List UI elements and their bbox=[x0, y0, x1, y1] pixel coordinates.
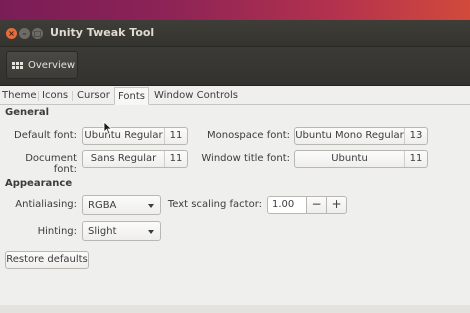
restore-defaults-button[interactable]: Restore defaults bbox=[5, 251, 89, 269]
monospace-font-button[interactable]: Ubuntu Mono Regular 13 bbox=[294, 127, 428, 145]
document-font-label: Document font: bbox=[25, 153, 77, 175]
general-heading: General bbox=[5, 107, 49, 118]
text-scaling-input[interactable]: 1.00 bbox=[267, 196, 307, 214]
tab-cursor[interactable]: Cursor bbox=[77, 88, 110, 104]
default-font-label: Default font: bbox=[14, 130, 77, 141]
hinting-dropdown[interactable]: Slight bbox=[82, 221, 161, 241]
increase-button[interactable]: + bbox=[326, 196, 347, 214]
desktop-wallpaper bbox=[0, 0, 470, 20]
hinting-value: Slight bbox=[88, 225, 117, 237]
chevron-down-icon bbox=[148, 230, 154, 234]
monospace-font-size: 13 bbox=[404, 128, 427, 144]
appearance-heading: Appearance bbox=[5, 178, 73, 189]
window-title-font-button[interactable]: Ubuntu 11 bbox=[294, 150, 428, 168]
chevron-down-icon bbox=[148, 204, 154, 208]
close-icon[interactable]: × bbox=[6, 28, 17, 39]
maximize-icon[interactable]: □ bbox=[32, 28, 43, 39]
antialiasing-dropdown[interactable]: RGBA bbox=[82, 195, 161, 215]
grid-icon bbox=[12, 61, 23, 69]
window-title-font-label: Window title font: bbox=[201, 153, 290, 164]
minimize-icon[interactable]: – bbox=[19, 28, 30, 39]
tab-bar: Theme Icons Cursor Fonts Window Controls bbox=[0, 87, 470, 105]
mouse-pointer-icon bbox=[103, 121, 113, 135]
tab-fonts[interactable]: Fonts bbox=[114, 87, 149, 105]
tab-theme[interactable]: Theme bbox=[2, 88, 37, 104]
title-bar[interactable]: × – □ Unity Tweak Tool bbox=[0, 20, 470, 47]
bottom-strip bbox=[0, 305, 470, 313]
overview-label: Overview bbox=[28, 59, 76, 71]
overview-button[interactable]: Overview bbox=[6, 51, 78, 79]
hinting-label: Hinting: bbox=[37, 226, 77, 237]
decrease-button[interactable]: − bbox=[306, 196, 327, 214]
tab-separator bbox=[38, 91, 39, 101]
tab-window-controls[interactable]: Window Controls bbox=[154, 88, 238, 104]
window-title-font-name: Ubuntu bbox=[331, 153, 368, 164]
text-scaling-label: Text scaling factor: bbox=[167, 199, 262, 210]
monospace-font-label: Monospace font: bbox=[207, 130, 290, 141]
antialiasing-label: Antialiasing: bbox=[15, 199, 77, 210]
toolbar: Overview bbox=[0, 47, 470, 86]
monospace-font-name: Ubuntu Mono Regular bbox=[295, 130, 404, 141]
window-title-font-size: 11 bbox=[404, 151, 427, 167]
window-title: Unity Tweak Tool bbox=[50, 26, 155, 39]
tab-icons[interactable]: Icons bbox=[42, 88, 68, 104]
tab-separator bbox=[72, 91, 73, 101]
antialiasing-value: RGBA bbox=[88, 199, 117, 211]
